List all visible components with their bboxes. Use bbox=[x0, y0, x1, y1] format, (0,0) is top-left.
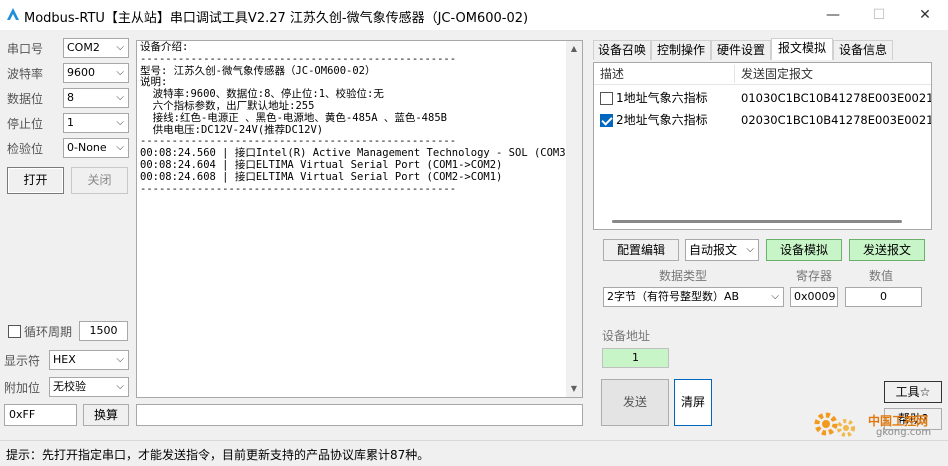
cycle-input[interactable]: 1500 bbox=[79, 321, 128, 341]
port-label: 串口号 bbox=[7, 42, 44, 56]
chevron-down-icon: ⌵ bbox=[116, 42, 124, 53]
gear-icon bbox=[814, 412, 855, 437]
minimize-button[interactable]: — bbox=[810, 0, 856, 30]
convert-button[interactable]: 换算 bbox=[83, 404, 129, 426]
chevron-down-icon: ⌵ bbox=[116, 354, 124, 365]
tab-control[interactable]: 控制操作 bbox=[651, 40, 711, 60]
chevron-down-icon: ⌵ bbox=[116, 381, 124, 392]
tab-device-call[interactable]: 设备召唤 bbox=[593, 40, 651, 60]
baud-value: 9600 bbox=[67, 66, 95, 79]
chevron-down-icon: ⌵ bbox=[116, 67, 124, 78]
chevron-down-icon: ⌵ bbox=[746, 244, 754, 255]
databits-label: 数据位 bbox=[7, 92, 44, 106]
chevron-down-icon: ⌵ bbox=[116, 117, 124, 128]
stopbits-label: 停止位 bbox=[7, 117, 44, 131]
register-label: 寄存器 bbox=[796, 269, 833, 283]
value-label: 数值 bbox=[869, 269, 894, 283]
send-text-input[interactable] bbox=[136, 404, 583, 426]
col-description[interactable]: 描述 bbox=[594, 63, 624, 85]
send-message-button[interactable]: 发送报文 bbox=[849, 239, 925, 261]
chevron-down-icon: ⌵ bbox=[116, 142, 124, 153]
cycle-checkbox[interactable] bbox=[8, 325, 21, 338]
auto-message-select[interactable]: 自动报文 ⌵ bbox=[685, 239, 759, 261]
baud-label: 波特率 bbox=[7, 67, 44, 81]
append-select[interactable]: 无校验 ⌵ bbox=[49, 377, 129, 397]
close-port-button[interactable]: 关闭 bbox=[71, 167, 128, 194]
address-input[interactable]: 1 bbox=[602, 348, 669, 368]
status-text: 提示：先打开指定串口，才能发送指令，目前更新支持的产品协议库累计87种。 bbox=[6, 448, 430, 462]
config-edit-button[interactable]: 配置编辑 bbox=[603, 239, 679, 261]
append-label: 附加位 bbox=[4, 381, 41, 395]
row-message: 02030C1BC10B41278E003E00210 bbox=[741, 113, 932, 127]
console-scrollbar[interactable]: ▲ ▼ bbox=[566, 41, 582, 397]
watermark-logo: 中国工控网 gkong.com bbox=[812, 408, 944, 442]
list-header: 描述 发送固定报文 bbox=[594, 63, 931, 85]
send-button[interactable]: 发送 bbox=[601, 379, 669, 426]
message-list[interactable]: 描述 发送固定报文 1地址气象六指标 01030C1BC10B41278E003… bbox=[593, 62, 932, 230]
scroll-up-icon[interactable]: ▲ bbox=[566, 41, 582, 57]
register-input[interactable]: 0x0009 bbox=[790, 287, 838, 307]
row-checkbox-checked[interactable] bbox=[600, 114, 613, 127]
value-input[interactable]: 0 bbox=[845, 287, 922, 307]
parity-select[interactable]: 0-None ⌵ bbox=[63, 138, 129, 158]
cycle-label: 循环周期 bbox=[24, 325, 73, 339]
tools-button[interactable]: 工具☆ bbox=[884, 381, 942, 403]
stopbits-value: 1 bbox=[67, 116, 74, 129]
col-message[interactable]: 发送固定报文 bbox=[735, 63, 813, 85]
auto-message-value: 自动报文 bbox=[689, 243, 738, 257]
clear-screen-button[interactable]: 清屏 bbox=[674, 379, 712, 426]
close-window-button[interactable]: ✕ bbox=[902, 0, 948, 30]
append-value: 无校验 bbox=[53, 380, 86, 393]
console-output[interactable]: 设备介绍: ----------------------------------… bbox=[136, 40, 583, 398]
chevron-down-icon: ⌵ bbox=[116, 92, 124, 103]
status-bar: 提示：先打开指定串口，才能发送指令，目前更新支持的产品协议库累计87种。 bbox=[0, 440, 948, 466]
convert-input[interactable]: 0xFF bbox=[4, 404, 77, 426]
list-item[interactable]: 1地址气象六指标 01030C1BC10B41278E003E00210 bbox=[594, 87, 931, 109]
chevron-down-icon: ⌵ bbox=[771, 291, 779, 302]
datatype-label: 数据类型 bbox=[659, 269, 708, 283]
port-value: COM2 bbox=[67, 41, 100, 54]
list-item[interactable]: 2地址气象六指标 02030C1BC10B41278E003E00210 bbox=[594, 109, 931, 131]
parity-value: 0-None bbox=[67, 141, 107, 154]
open-port-button[interactable]: 打开 bbox=[7, 167, 64, 194]
baud-select[interactable]: 9600 ⌵ bbox=[63, 63, 129, 83]
list-horizontal-scrollbar[interactable] bbox=[612, 220, 902, 223]
stopbits-select[interactable]: 1 ⌵ bbox=[63, 113, 129, 133]
port-select[interactable]: COM2 ⌵ bbox=[63, 38, 129, 58]
display-select[interactable]: HEX ⌵ bbox=[49, 350, 129, 370]
maximize-button[interactable]: ☐ bbox=[856, 0, 902, 30]
console-text: 设备介绍: ----------------------------------… bbox=[140, 41, 572, 195]
app-logo-icon bbox=[7, 8, 19, 20]
display-value: HEX bbox=[53, 353, 76, 366]
title-bar: Modbus-RTU【主从站】串口调试工具V2.27 江苏久创-微气象传感器（J… bbox=[0, 0, 948, 30]
window-title: Modbus-RTU【主从站】串口调试工具V2.27 江苏久创-微气象传感器（J… bbox=[24, 11, 529, 26]
tab-device-info[interactable]: 设备信息 bbox=[833, 40, 893, 60]
tab-message-sim[interactable]: 报文模拟 bbox=[771, 38, 833, 60]
device-sim-button[interactable]: 设备模拟 bbox=[766, 239, 842, 261]
row-message: 01030C1BC10B41278E003E00210 bbox=[741, 91, 932, 105]
row-description: 2地址气象六指标 bbox=[616, 113, 708, 127]
watermark-url: gkong.com bbox=[876, 427, 932, 438]
row-description: 1地址气象六指标 bbox=[616, 91, 708, 105]
databits-value: 8 bbox=[67, 91, 74, 104]
datatype-value: 2字节（有符号整型数）AB bbox=[607, 290, 740, 303]
row-checkbox[interactable] bbox=[600, 92, 613, 105]
tab-hardware[interactable]: 硬件设置 bbox=[711, 40, 771, 60]
databits-select[interactable]: 8 ⌵ bbox=[63, 88, 129, 108]
datatype-select[interactable]: 2字节（有符号整型数）AB ⌵ bbox=[603, 287, 784, 307]
scroll-down-icon[interactable]: ▼ bbox=[566, 381, 582, 397]
display-label: 显示符 bbox=[4, 354, 41, 368]
parity-label: 检验位 bbox=[7, 142, 44, 156]
address-label: 设备地址 bbox=[602, 329, 651, 343]
